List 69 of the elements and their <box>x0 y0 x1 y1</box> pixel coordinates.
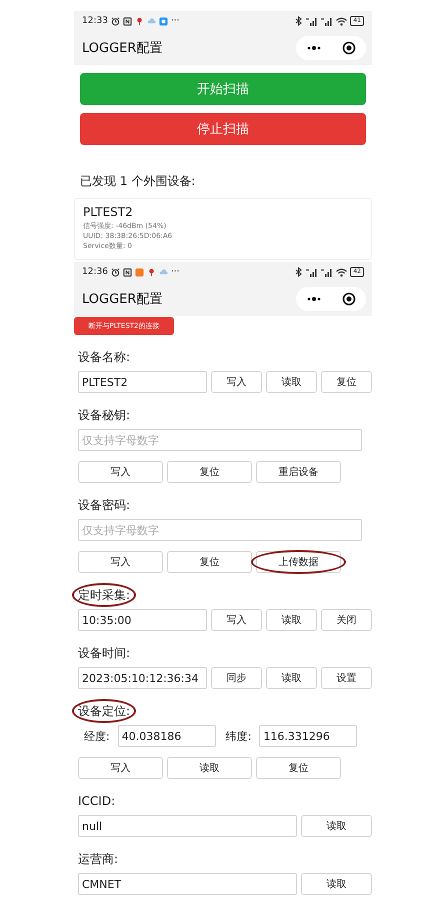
input-field[interactable]: null <box>78 815 297 837</box>
coordinate-label: 纬度: <box>224 728 252 744</box>
alarm-clock-icon <box>110 16 120 26</box>
pin-icon <box>134 16 144 26</box>
cloud-icon <box>158 268 168 276</box>
action-button[interactable]: 复位 <box>256 757 341 779</box>
field-label: 设备名称: <box>78 349 130 366</box>
action-button[interactable]: 写入 <box>78 757 163 779</box>
page-title: LOGGER配置 <box>82 291 164 308</box>
action-button[interactable]: 复位 <box>167 461 252 483</box>
action-button[interactable]: 读取 <box>301 815 372 837</box>
action-button[interactable]: 写入 <box>78 551 163 573</box>
more-notifications: ··· <box>170 267 180 277</box>
input-field[interactable]: 仅支持字母数字 <box>78 429 362 451</box>
input-field[interactable]: 2023:05:10:12:36:34 <box>78 667 207 689</box>
field-label: 设备秘钥: <box>78 407 130 424</box>
alarm-clock-icon <box>110 268 120 276</box>
coordinate-label: 经度: <box>83 728 111 744</box>
input-field[interactable]: 10:35:00 <box>78 609 207 631</box>
bluetooth-icon <box>295 267 304 277</box>
action-button[interactable]: 读取 <box>266 609 317 631</box>
input-field[interactable]: CMNET <box>78 873 297 895</box>
action-button[interactable]: 写入 <box>78 461 163 483</box>
action-button[interactable]: 读取 <box>266 667 317 689</box>
field-label: 设备时间: <box>78 645 130 662</box>
highlight-ellipse <box>72 583 136 607</box>
page-title: LOGGER配置 <box>82 40 164 57</box>
status-time: 12:36 <box>82 267 108 277</box>
input-field[interactable]: 仅支持字母数字 <box>78 519 362 541</box>
action-button[interactable]: 写入 <box>211 609 262 631</box>
app-icon <box>134 268 144 276</box>
field-label: 定时采集: <box>78 585 130 605</box>
wifi-icon <box>336 268 348 276</box>
input-field[interactable]: 40.038186 <box>118 725 216 747</box>
input-field[interactable]: PLTEST2 <box>78 371 207 393</box>
action-button[interactable]: 读取 <box>266 371 317 393</box>
wifi-icon <box>336 16 348 26</box>
nfc-icon <box>122 16 132 26</box>
action-button[interactable]: 读取 <box>301 873 372 895</box>
status-time: 12:33 <box>82 16 108 26</box>
signal-icon <box>306 16 318 26</box>
cloud-icon <box>146 16 156 26</box>
highlight-ellipse <box>72 699 136 723</box>
nfc-icon <box>122 268 132 276</box>
scan-button[interactable]: 停止扫描 <box>80 113 366 145</box>
pin-icon <box>146 268 156 276</box>
action-button[interactable]: 复位 <box>321 371 372 393</box>
action-button[interactable]: 复位 <box>167 551 252 573</box>
more-notifications: ··· <box>170 16 180 26</box>
signal-icon <box>306 268 318 276</box>
more-icon[interactable] <box>306 296 322 302</box>
signal-icon <box>321 16 334 26</box>
action-button[interactable]: 写入 <box>211 371 262 393</box>
field-label: ICCID: <box>78 793 116 810</box>
action-button[interactable]: 设置 <box>321 667 372 689</box>
more-icon[interactable] <box>306 45 322 51</box>
action-button[interactable]: 同步 <box>211 667 262 689</box>
field-label: 运营商: <box>78 851 118 868</box>
app-icon <box>158 16 168 26</box>
action-button[interactable]: 关闭 <box>321 609 372 631</box>
action-button[interactable]: 读取 <box>167 757 252 779</box>
device-name: PLTEST2 <box>83 205 134 219</box>
field-label: 设备密码: <box>78 497 130 514</box>
action-button[interactable]: 重启设备 <box>256 461 341 483</box>
input-field[interactable]: 116.331296 <box>259 725 358 747</box>
found-devices-text: 已发现 1 个外围设备: <box>80 173 196 190</box>
bluetooth-icon <box>295 16 304 26</box>
field-label: 设备定位: <box>78 701 130 721</box>
signal-icon <box>321 268 334 276</box>
